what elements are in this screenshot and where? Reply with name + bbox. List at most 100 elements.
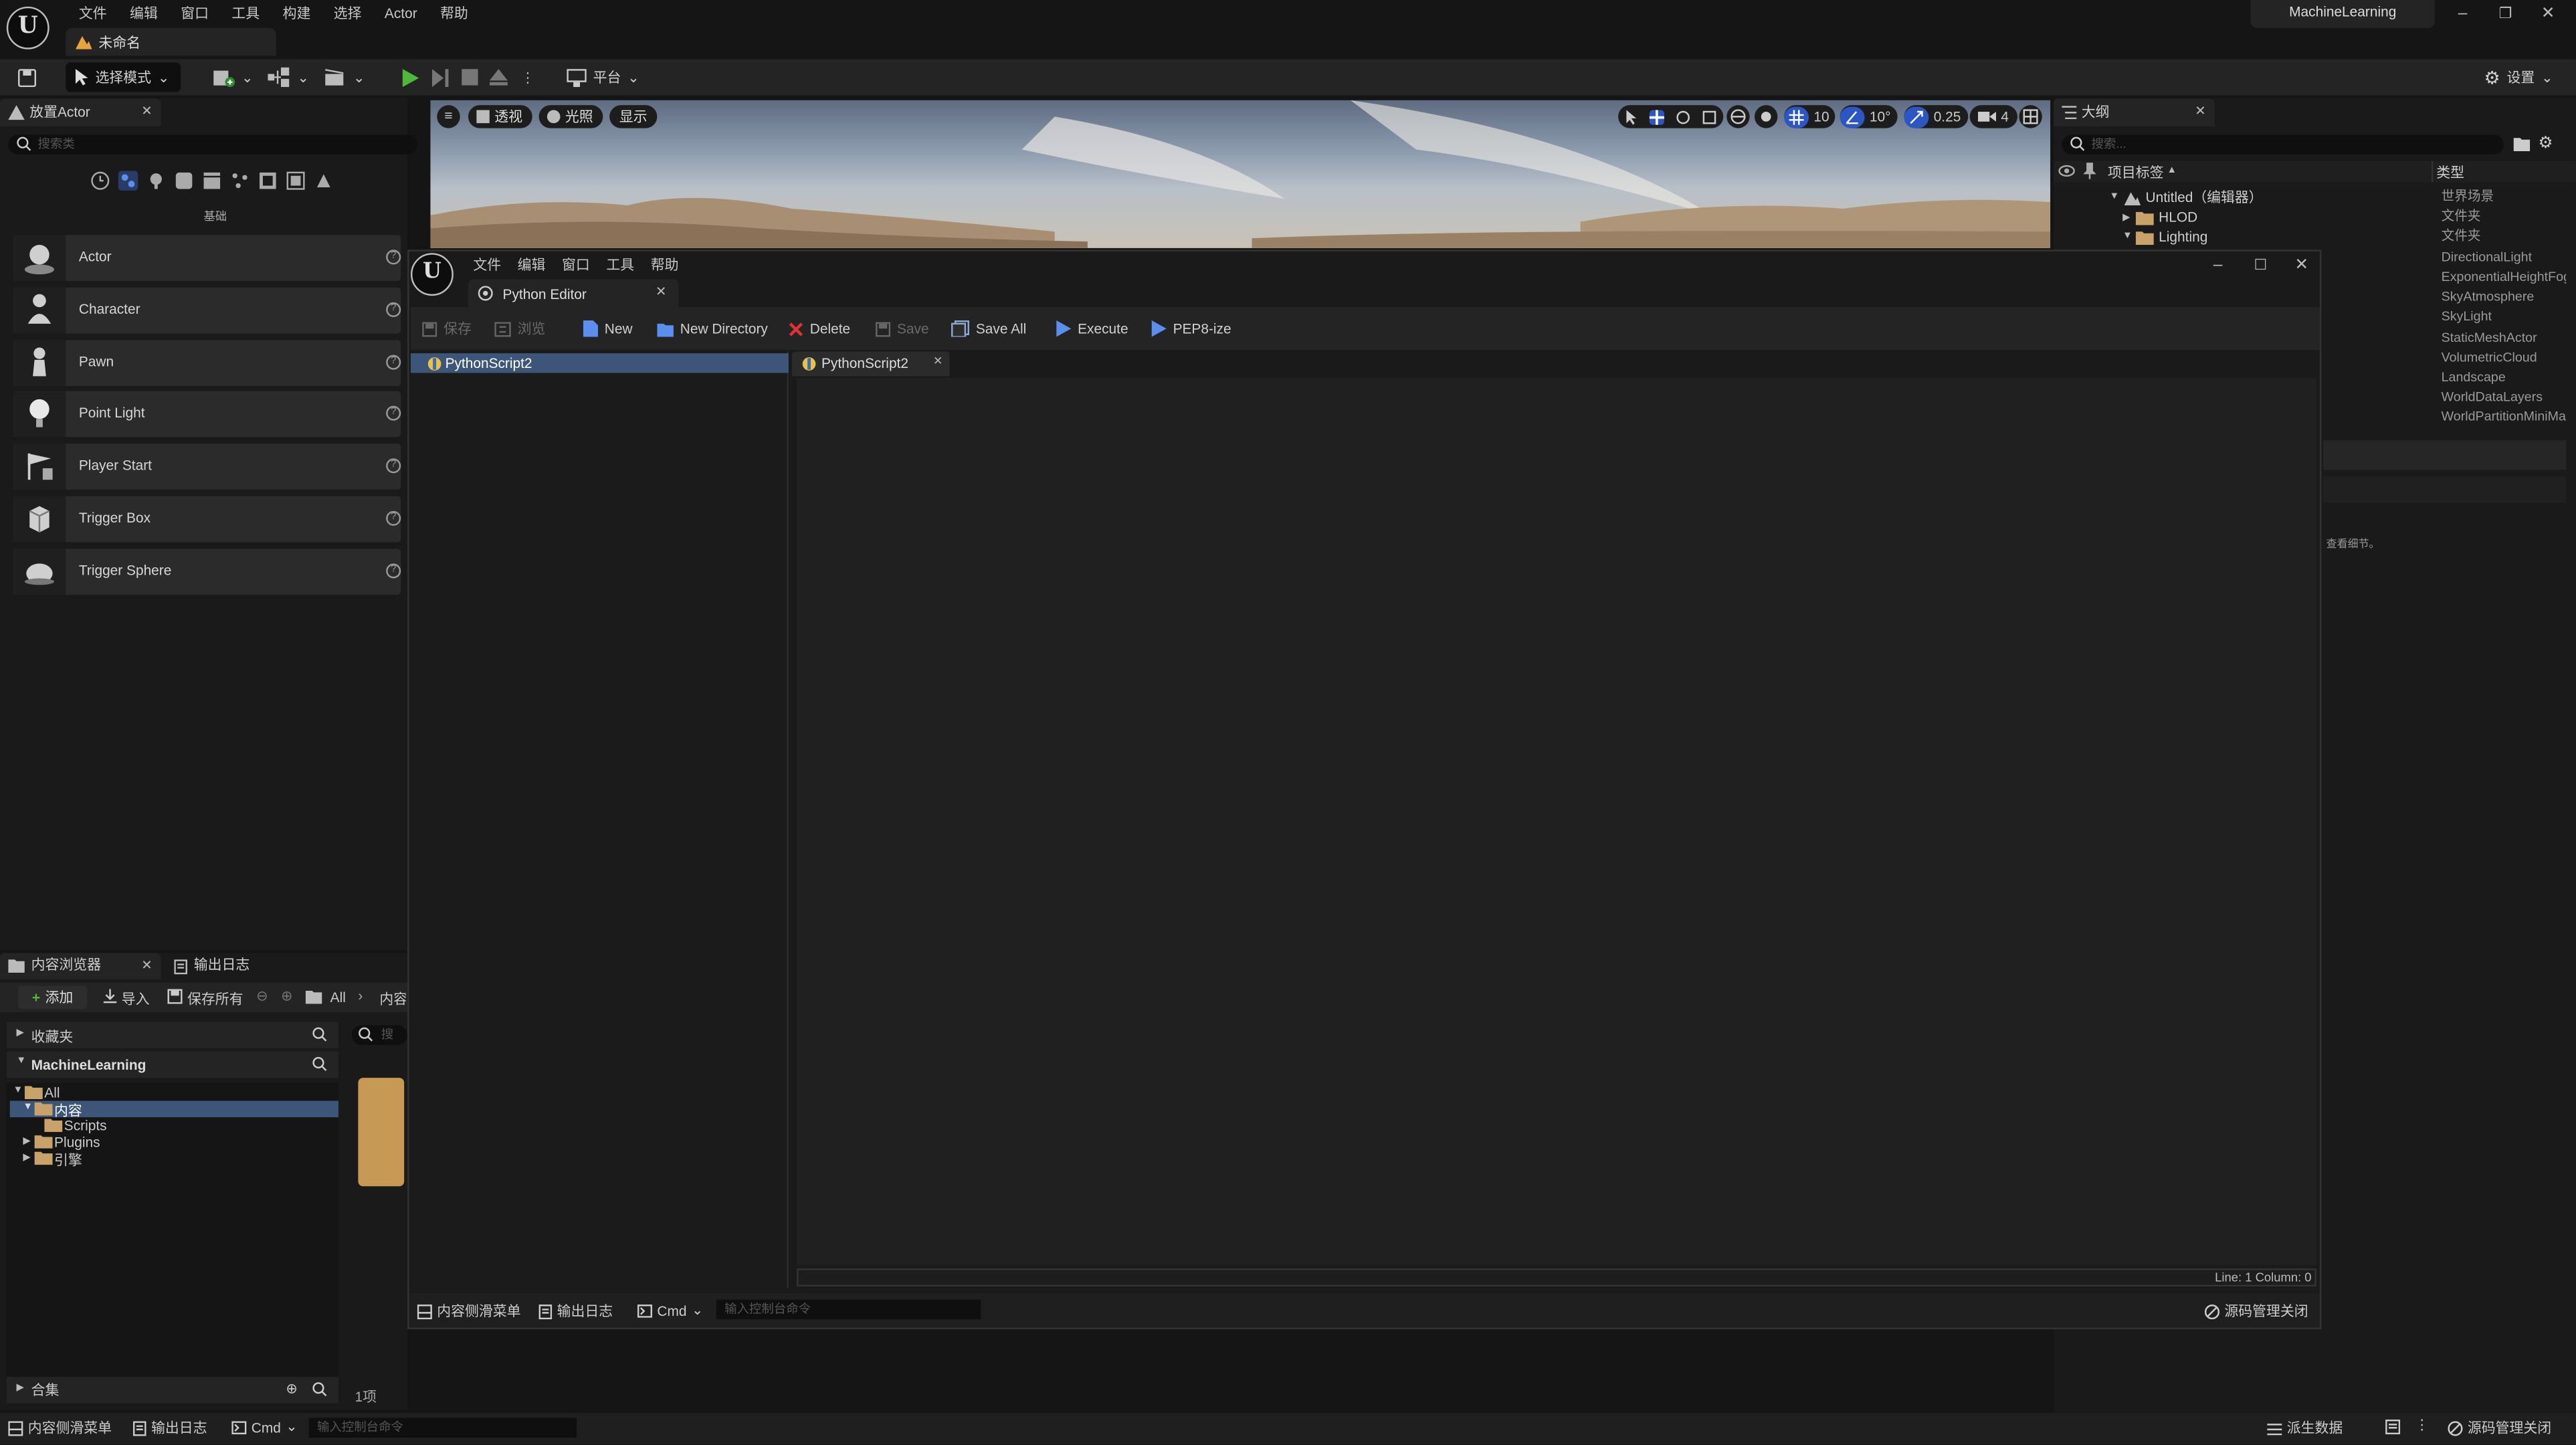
lights-icon[interactable] xyxy=(146,171,166,190)
actor-item-pawn[interactable]: Pawn ? xyxy=(13,340,401,387)
settings-button[interactable]: ⚙ 设置 ⌄ xyxy=(2476,62,2561,92)
actor-item-actor[interactable]: Actor ? xyxy=(13,235,401,281)
shapes-icon[interactable] xyxy=(174,171,193,190)
expand-arrow-icon[interactable]: ▼ xyxy=(13,1086,23,1096)
rotation-snap-button[interactable]: 10° xyxy=(1840,105,1898,128)
add-actor-button[interactable]: ⌄ xyxy=(204,62,262,92)
place-actors-tab[interactable]: 放置Actor ✕ xyxy=(0,98,161,127)
asset-search-input[interactable]: 搜 xyxy=(351,1025,408,1046)
actor-item-point-light[interactable]: Point Light ? xyxy=(13,391,401,438)
blueprint-button[interactable]: ⌄ xyxy=(260,62,317,92)
help-icon[interactable]: ? xyxy=(386,563,401,579)
py-menu-tools[interactable]: 工具 xyxy=(598,255,642,274)
content-drawer-button[interactable]: 内容侧滑菜单 xyxy=(8,1418,112,1438)
gear-icon[interactable]: ⚙ xyxy=(2539,134,2553,153)
search-icon[interactable] xyxy=(312,1381,327,1397)
actor-item-player-start[interactable]: Player Start ? xyxy=(13,444,401,490)
close-icon[interactable]: ✕ xyxy=(2195,104,2205,118)
py-browse-button[interactable]: 浏览 xyxy=(494,317,545,340)
project-section[interactable]: ▼ MachineLearning xyxy=(6,1051,338,1078)
py-file-tab[interactable]: PythonScript2 ✕ xyxy=(791,351,950,377)
menu-tools[interactable]: 工具 xyxy=(220,3,271,26)
layout-icon[interactable] xyxy=(2019,105,2042,128)
py-output-log-button[interactable]: 输出日志 xyxy=(538,1301,613,1321)
all-classes-icon[interactable] xyxy=(286,171,305,190)
menu-help[interactable]: 帮助 xyxy=(429,3,480,26)
close-icon[interactable]: ✕ xyxy=(656,284,666,299)
tree-item-engine[interactable]: 引擎 xyxy=(54,1150,82,1169)
more-icon[interactable]: ⋮ xyxy=(2415,1416,2429,1434)
perspective-button[interactable]: 透视 xyxy=(468,105,532,128)
py-file-tree-item[interactable]: PythonScript2 xyxy=(410,353,789,373)
close-icon[interactable]: ✕ xyxy=(141,958,152,973)
outliner-row-hlod[interactable]: HLOD xyxy=(2159,207,2197,226)
search-icon[interactable] xyxy=(312,1027,327,1042)
platforms-button[interactable]: 平台 ⌄ xyxy=(559,62,648,92)
help-icon[interactable]: ? xyxy=(386,250,401,265)
restore-button[interactable]: ❐ xyxy=(2489,5,2522,23)
expand-arrow-icon[interactable]: ▼ xyxy=(2109,192,2119,202)
actor-item-character[interactable]: Character ? xyxy=(13,287,401,334)
py-pep8-button[interactable]: PEP8-ize xyxy=(1151,317,1231,340)
menu-build[interactable]: 构建 xyxy=(271,3,322,26)
py-save-cn-button[interactable]: 保存 xyxy=(422,317,472,340)
console-input[interactable]: 输入控制台命令 xyxy=(308,1418,577,1438)
save-all-button[interactable]: 保存所有 xyxy=(167,989,243,1009)
menu-select[interactable]: 选择 xyxy=(322,3,373,26)
py-new-directory-button[interactable]: New Directory xyxy=(657,317,768,340)
actor-item-trigger-sphere[interactable]: Trigger Sphere ? xyxy=(13,549,401,595)
lit-button[interactable]: 光照 xyxy=(538,105,603,128)
py-maximize-button[interactable]: ☐ xyxy=(2244,256,2277,274)
py-close-button[interactable]: ✕ xyxy=(2285,256,2318,274)
breadcrumb-all[interactable]: All xyxy=(330,989,346,1006)
forward-icon[interactable]: ⊕ xyxy=(281,987,292,1005)
py-execute-button[interactable]: Execute xyxy=(1056,317,1128,340)
menu-file[interactable]: 文件 xyxy=(68,3,118,26)
py-menu-window[interactable]: 窗口 xyxy=(554,255,598,274)
rotate-tool-icon[interactable] xyxy=(1676,109,1690,124)
surface-snap-icon[interactable] xyxy=(1754,105,1778,128)
py-source-control-button[interactable]: 源码管理关闭 xyxy=(2204,1301,2308,1321)
expand-arrow-icon[interactable]: ▶ xyxy=(23,1135,30,1147)
asset-tile-folder[interactable] xyxy=(358,1078,405,1187)
close-button[interactable]: ✕ xyxy=(2532,5,2565,23)
cmd-dropdown[interactable]: Cmd ⌄ xyxy=(231,1418,298,1436)
help-icon[interactable]: ? xyxy=(386,405,401,421)
python-editor-tab[interactable]: Python Editor ✕ xyxy=(468,279,679,308)
back-icon[interactable]: ⊖ xyxy=(256,987,268,1005)
py-menu-file[interactable]: 文件 xyxy=(465,255,509,274)
favorites-section[interactable]: ▶ 收藏夹 xyxy=(6,1022,338,1048)
tree-item-scripts[interactable]: Scripts xyxy=(64,1117,107,1134)
add-button[interactable]: + 添加 xyxy=(18,985,88,1009)
py-content-drawer-button[interactable]: 内容侧滑菜单 xyxy=(417,1301,521,1321)
derived-data-button[interactable]: 派生数据 xyxy=(2267,1418,2343,1438)
expand-arrow-icon[interactable]: ▼ xyxy=(23,1102,33,1113)
expand-arrow-icon[interactable]: ▼ xyxy=(2122,231,2133,242)
actor-item-trigger-box[interactable]: Trigger Box ? xyxy=(13,496,401,543)
level-tab[interactable]: 未命名 xyxy=(66,27,276,56)
eject-button[interactable] xyxy=(482,62,516,92)
cinematic-icon[interactable] xyxy=(202,171,221,190)
geometry-icon[interactable] xyxy=(314,171,333,190)
import-button[interactable]: 导入 xyxy=(103,989,150,1009)
output-log-tab[interactable]: 输出日志 xyxy=(166,953,297,979)
py-console-input[interactable]: 输入控制台命令 xyxy=(716,1299,981,1320)
help-icon[interactable]: ? xyxy=(386,355,401,370)
help-icon[interactable]: ? xyxy=(386,302,401,318)
translate-tool-icon[interactable] xyxy=(1649,109,1664,124)
notifications-icon[interactable] xyxy=(2385,1419,2401,1435)
scale-snap-button[interactable]: 0.25 xyxy=(1904,105,1968,128)
outliner-row-lighting[interactable]: Lighting xyxy=(2159,227,2207,246)
py-menu-edit[interactable]: 编辑 xyxy=(509,255,553,274)
select-mode-dropdown[interactable]: 选择模式 ⌄ xyxy=(66,62,181,92)
close-icon[interactable]: ✕ xyxy=(141,104,152,118)
camera-speed-button[interactable]: 4 xyxy=(1969,105,2017,128)
search-icon[interactable] xyxy=(312,1056,327,1071)
save-level-icon[interactable] xyxy=(10,62,45,92)
py-new-button[interactable]: New xyxy=(583,317,633,340)
add-collection-icon[interactable]: ⊕ xyxy=(286,1380,297,1398)
unreal-logo[interactable]: U xyxy=(6,6,49,50)
grid-snap-button[interactable]: 10 xyxy=(1784,105,1836,128)
py-menu-help[interactable]: 帮助 xyxy=(642,255,686,274)
tree-item-plugins[interactable]: Plugins xyxy=(54,1134,100,1151)
